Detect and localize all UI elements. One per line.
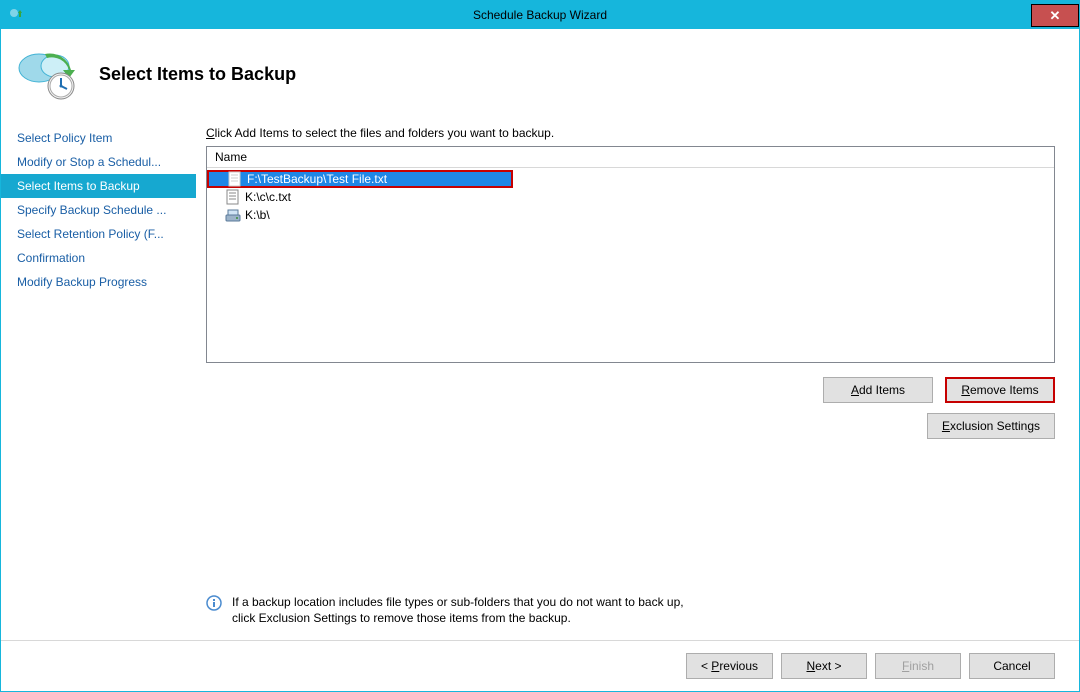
titlebar: Schedule Backup Wizard ✕ [1,1,1079,29]
wizard-content: Click Add Items to select the files and … [196,120,1079,640]
previous-button[interactable]: < Previous [686,653,773,679]
cloud-backup-icon [17,46,81,102]
app-icon [9,7,25,23]
item-rows: F:\TestBackup\Test File.txt [207,168,1054,224]
instruction-text: Click Add Items to select the files and … [206,126,1055,140]
step-modify-or-stop[interactable]: Modify or Stop a Schedul... [1,150,196,174]
info-note: If a backup location includes file types… [206,454,1055,626]
step-modify-backup-progress[interactable]: Modify Backup Progress [1,270,196,294]
close-icon: ✕ [1050,9,1061,22]
info-icon [206,595,222,611]
window-title: Schedule Backup Wizard [1,8,1079,22]
wizard-footer: < Previous Next > Finish Cancel [1,640,1079,691]
file-icon [225,189,241,205]
step-select-items-to-backup[interactable]: Select Items to Backup [1,174,196,198]
wizard-header: Select Items to Backup [1,29,1079,120]
item-path: K:\b\ [245,208,270,222]
close-button[interactable]: ✕ [1031,4,1079,27]
drive-icon [225,207,241,223]
step-confirmation[interactable]: Confirmation [1,246,196,270]
step-select-retention-policy[interactable]: Select Retention Policy (F... [1,222,196,246]
wizard-steps-sidebar: Select Policy Item Modify or Stop a Sche… [1,120,196,640]
column-header-name[interactable]: Name [207,147,1054,168]
exclusion-button-row: Exclusion Settings [206,413,1055,439]
list-item[interactable]: K:\c\c.txt [207,188,1054,206]
items-listbox[interactable]: Name F:\TestBackup\Te [206,146,1055,363]
wizard-body: Select Items to Backup Select Policy Ite… [1,29,1079,691]
item-buttons-row: Add Items Remove Items [206,377,1055,403]
exclusion-settings-button[interactable]: Exclusion Settings [927,413,1055,439]
remove-items-button[interactable]: Remove Items [945,377,1055,403]
list-item[interactable]: F:\TestBackup\Test File.txt [207,170,513,188]
next-button[interactable]: Next > [781,653,867,679]
info-text: If a backup location includes file types… [232,594,692,626]
item-path: K:\c\c.txt [245,190,291,204]
add-items-button[interactable]: Add Items [823,377,933,403]
cancel-button[interactable]: Cancel [969,653,1055,679]
wizard-split: Select Policy Item Modify or Stop a Sche… [1,120,1079,640]
wizard-window: Schedule Backup Wizard ✕ Select Items to [0,0,1080,692]
finish-button: Finish [875,653,961,679]
step-select-policy-item[interactable]: Select Policy Item [1,126,196,150]
page-title: Select Items to Backup [99,64,296,85]
step-specify-backup-schedule[interactable]: Specify Backup Schedule ... [1,198,196,222]
file-icon [227,171,243,187]
item-path: F:\TestBackup\Test File.txt [247,172,387,186]
list-item[interactable]: K:\b\ [207,206,1054,224]
